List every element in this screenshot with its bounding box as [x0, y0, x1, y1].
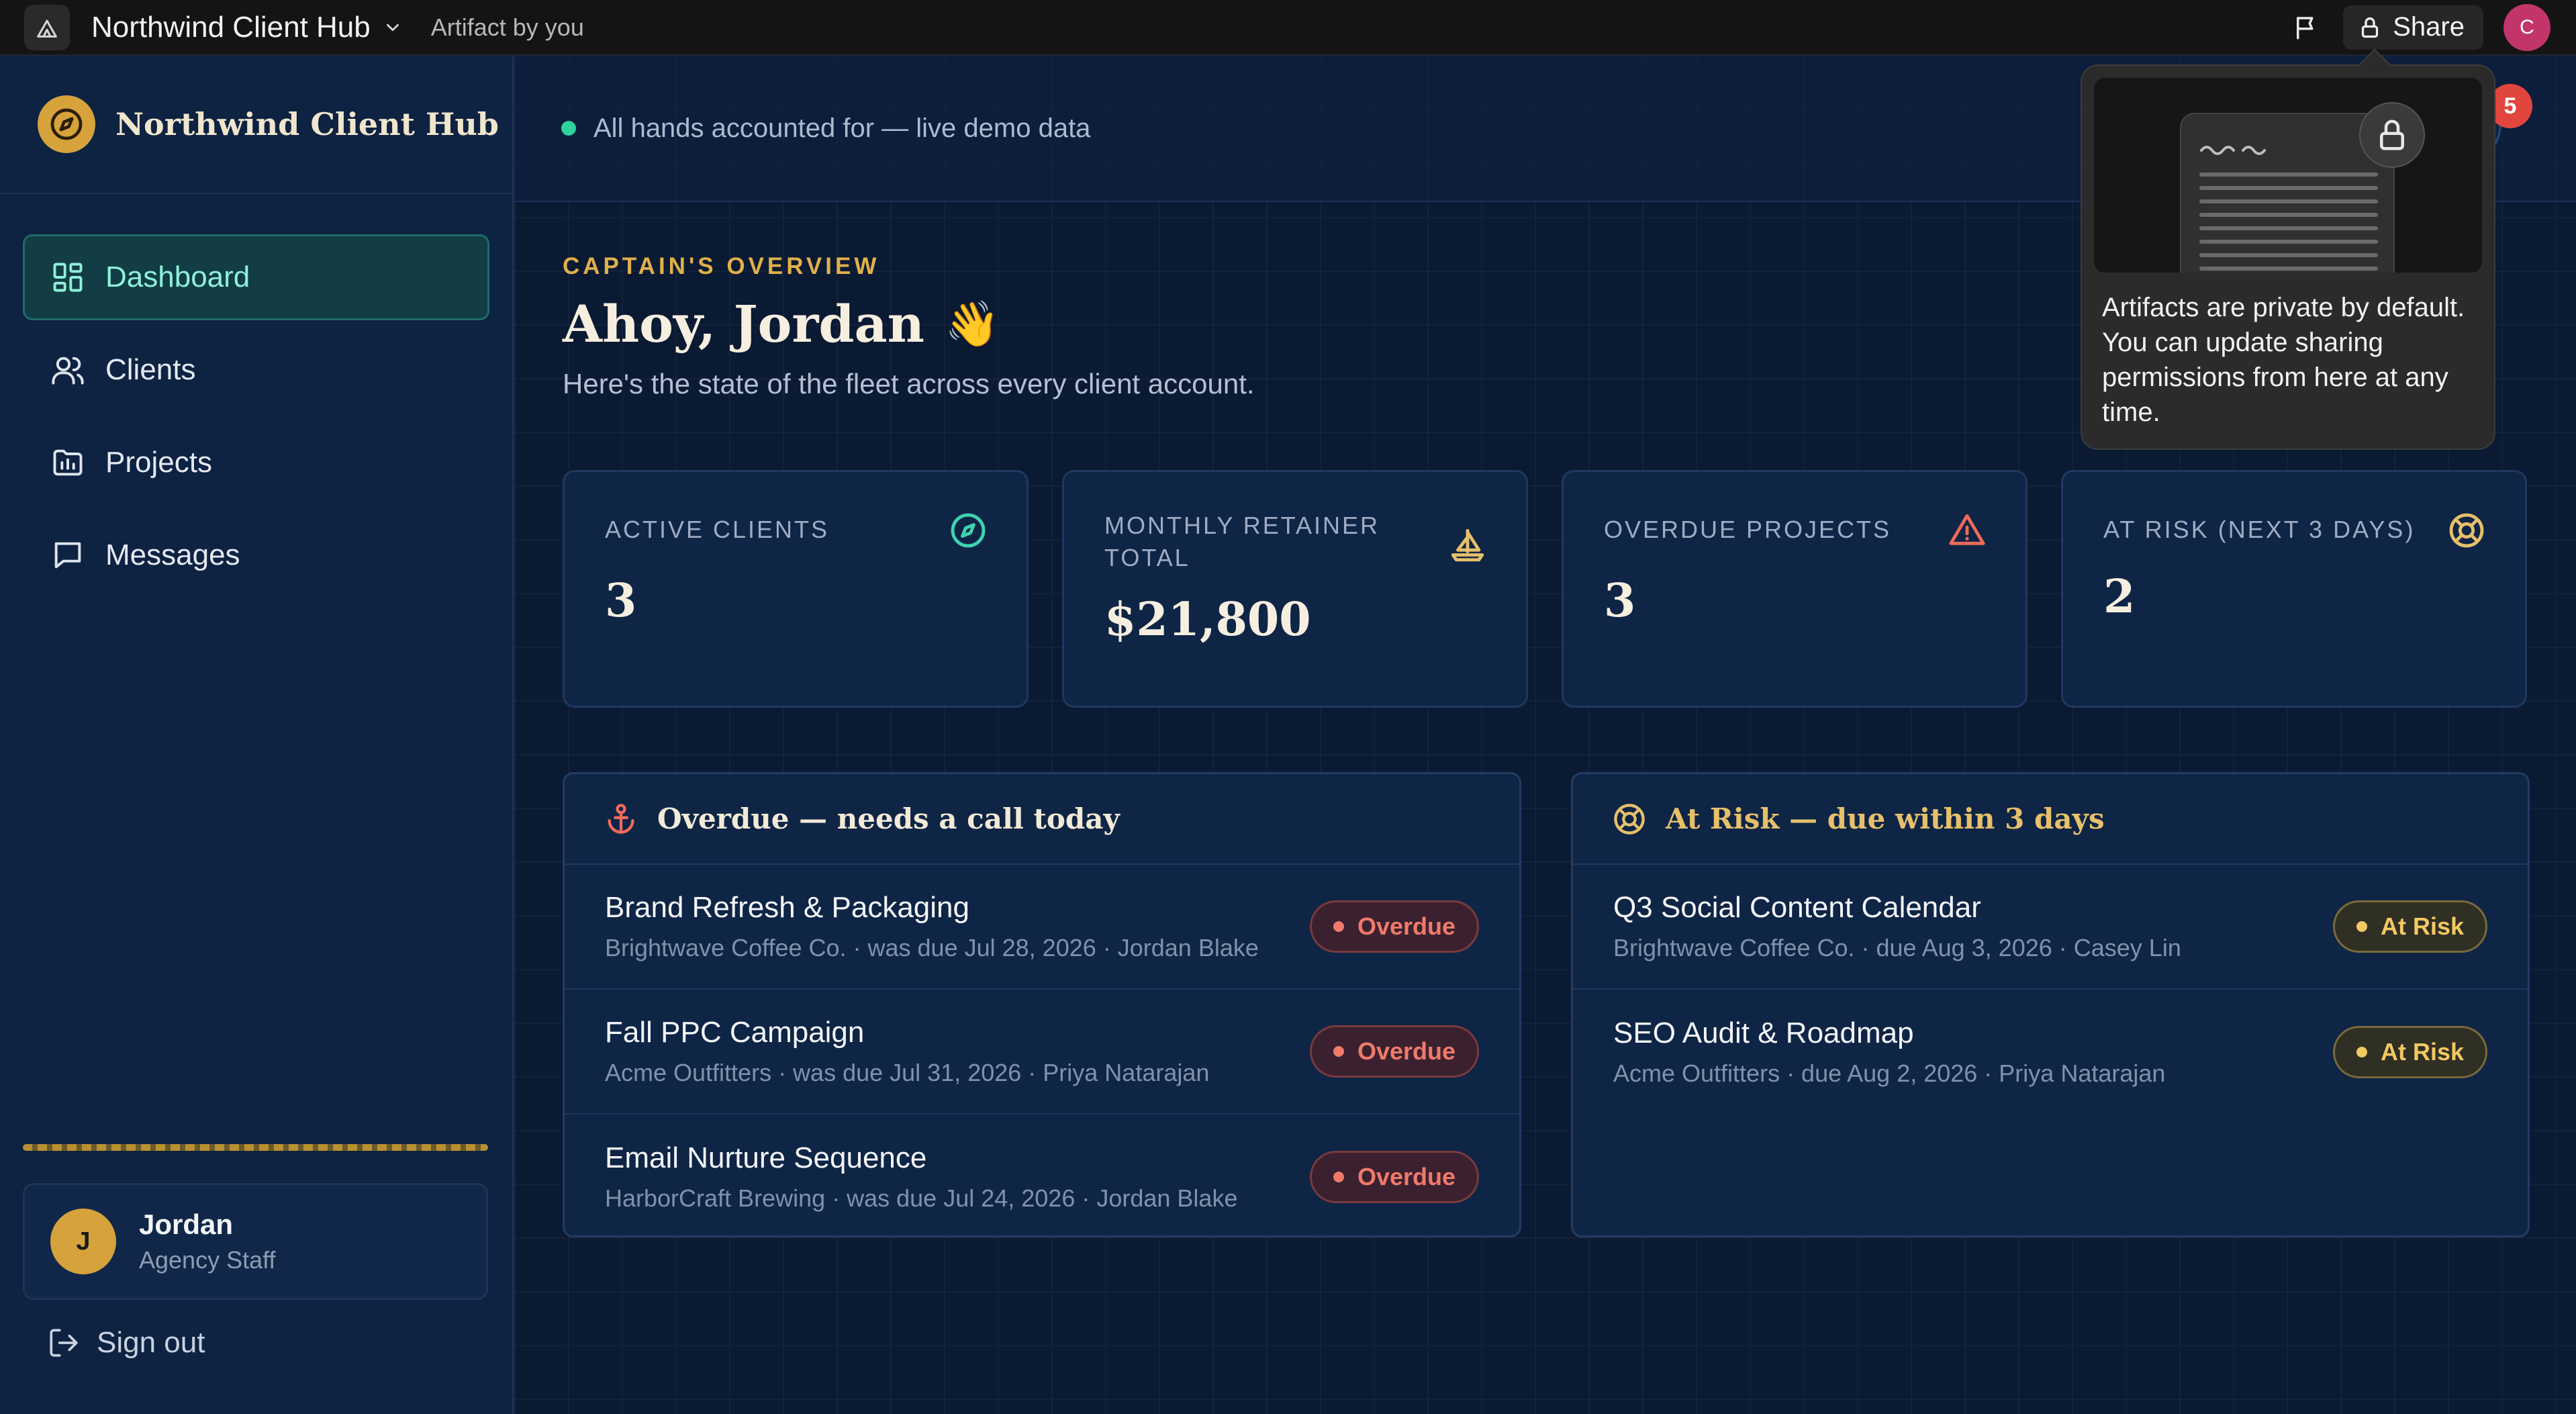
project-title: Email Nurture Sequence [605, 1141, 927, 1174]
status-badge: Overdue [1309, 1025, 1479, 1078]
sidebar-item-label: Projects [105, 446, 212, 479]
lifebuoy-icon [2449, 513, 2484, 548]
anchor-icon [608, 803, 634, 834]
warning-icon [1949, 514, 1985, 545]
dashboard-icon [53, 263, 83, 292]
app-title[interactable]: Northwind Client Hub [91, 11, 371, 44]
list-item[interactable]: SEO Audit & Roadmap Acme Outfitters · du… [1573, 990, 2528, 1115]
sidebar-item-messages[interactable]: Messages [23, 512, 489, 598]
sign-out-icon [50, 1329, 78, 1357]
lifebuoy-icon [1614, 803, 1645, 835]
list-item[interactable]: Fall PPC Campaign Acme Outfitters · was … [565, 990, 1519, 1115]
sidebar: Northwind Client Hub Dashboard Clients P… [0, 56, 514, 1414]
sidebar-item-label: Clients [105, 353, 196, 386]
compass-logo-icon [38, 95, 95, 153]
stat-value: $21,800 [1104, 593, 1311, 647]
alert-panels: Overdue — needs a call today Brand Refre… [563, 772, 2530, 1237]
user-avatar[interactable]: C [2503, 3, 2550, 51]
list-item[interactable]: Q3 Social Content Calendar Brightwave Co… [1573, 865, 2528, 990]
overdue-panel: Overdue — needs a call today Brand Refre… [563, 772, 1521, 1237]
rope-divider [23, 1144, 488, 1151]
project-meta: Brightwave Coffee Co. · was due Jul 28, … [605, 934, 1259, 961]
message-icon [54, 542, 81, 569]
flag-icon [2297, 16, 2313, 39]
status-badge: At Risk [2332, 900, 2487, 953]
status-dot [561, 121, 576, 136]
panel-header: At Risk — due within 3 days [1573, 774, 2528, 865]
users-icon [52, 357, 84, 385]
page-subtitle: Here's the state of the fleet across eve… [563, 368, 1255, 399]
sidebar-item-label: Messages [105, 538, 240, 571]
project-title: Fall PPC Campaign [605, 1016, 865, 1049]
top-bar: Northwind Client Hub Artifact by you Sha… [0, 0, 2576, 56]
project-title: Brand Refresh & Packaging [605, 891, 969, 924]
sidebar-item-projects[interactable]: Projects [23, 420, 489, 506]
greeting-text: Ahoy, Jordan [563, 294, 925, 354]
sidebar-item-clients[interactable]: Clients [23, 327, 489, 413]
chevron-down-icon[interactable] [383, 17, 403, 38]
private-artifact-illustration [2094, 78, 2482, 273]
wave-emoji: 👋 [945, 297, 1000, 350]
panel-header: Overdue — needs a call today [565, 774, 1519, 865]
app-icon[interactable] [24, 4, 70, 50]
lock-icon [2359, 102, 2425, 168]
panel-title: At Risk — due within 3 days [1666, 802, 2105, 835]
stat-card-active-clients: ACTIVE CLIENTS 3 [563, 470, 1029, 708]
avatar: J [50, 1209, 116, 1274]
project-meta: HarborCraft Brewing · was due Jul 24, 20… [605, 1184, 1238, 1212]
tooltip-text: Artifacts are private by default. You ca… [2102, 293, 2465, 427]
panel-title: Overdue — needs a call today [657, 802, 1120, 835]
at-risk-panel: At Risk — due within 3 days Q3 Social Co… [1571, 772, 2530, 1237]
stat-card-at-risk: AT RISK (NEXT 3 DAYS) 2 [2061, 470, 2527, 708]
stat-label: AT RISK (NEXT 3 DAYS) [2103, 516, 2416, 543]
stat-card-monthly-retainer: MONTHLY RETAINER TOTAL $21,800 [1062, 470, 1528, 708]
sidebar-item-label: Dashboard [105, 261, 250, 293]
sidebar-nav: Dashboard Clients Projects Messages [0, 194, 512, 598]
list-item[interactable]: Brand Refresh & Packaging Brightwave Cof… [565, 865, 1519, 990]
list-item[interactable]: Email Nurture Sequence HarborCraft Brewi… [565, 1115, 1519, 1235]
sign-out-button[interactable]: Sign out [47, 1326, 205, 1360]
page-title: Ahoy, Jordan 👋 [563, 294, 1000, 354]
profile-role: Agency Staff [139, 1246, 276, 1274]
status-text: All hands accounted for — live demo data [593, 113, 1091, 143]
status-badge: At Risk [2332, 1026, 2487, 1078]
overview-eyebrow: CAPTAIN'S OVERVIEW [563, 253, 880, 279]
profile-card[interactable]: J Jordan Agency Staff [23, 1183, 488, 1300]
project-meta: Brightwave Coffee Co. · due Aug 3, 2026 … [1613, 934, 2181, 961]
stat-cards: ACTIVE CLIENTS 3 MONTHLY RETAINER TOTAL … [563, 470, 2527, 708]
projects-icon [53, 449, 83, 476]
project-meta: Acme Outfitters · was due Jul 31, 2026 ·… [605, 1059, 1210, 1086]
sailboat-icon [1451, 528, 1484, 562]
stat-label: OVERDUE PROJECTS [1604, 516, 1892, 543]
stat-label: MONTHLY RETAINER TOTAL [1104, 512, 1380, 571]
stat-label: ACTIVE CLIENTS [605, 516, 830, 543]
share-tooltip: Artifacts are private by default. You ca… [2081, 64, 2495, 450]
brand-name: Northwind Client Hub [115, 106, 499, 142]
stat-value: 3 [605, 574, 637, 628]
project-meta: Acme Outfitters · due Aug 2, 2026 · Priy… [1613, 1059, 2166, 1087]
brand: Northwind Client Hub [0, 56, 512, 194]
sidebar-item-dashboard[interactable]: Dashboard [23, 234, 489, 320]
sign-out-label: Sign out [97, 1326, 205, 1359]
flag-button[interactable] [2283, 4, 2330, 51]
project-title: Q3 Social Content Calendar [1613, 891, 1981, 924]
project-title: SEO Audit & Roadmap [1613, 1017, 1914, 1049]
status-badge: Overdue [1309, 1151, 1479, 1203]
stat-value: 3 [1604, 574, 1636, 628]
artifact-label: Artifact by you [430, 13, 584, 41]
share-label: Share [2393, 12, 2465, 42]
status-badge: Overdue [1309, 900, 1479, 953]
stat-value: 2 [2103, 570, 2136, 624]
profile-name: Jordan [139, 1209, 234, 1240]
stat-card-overdue-projects: OVERDUE PROJECTS 3 [1562, 470, 2028, 708]
share-button[interactable]: Share [2343, 5, 2483, 50]
lock-icon [2362, 17, 2379, 38]
compass-icon [951, 513, 986, 548]
